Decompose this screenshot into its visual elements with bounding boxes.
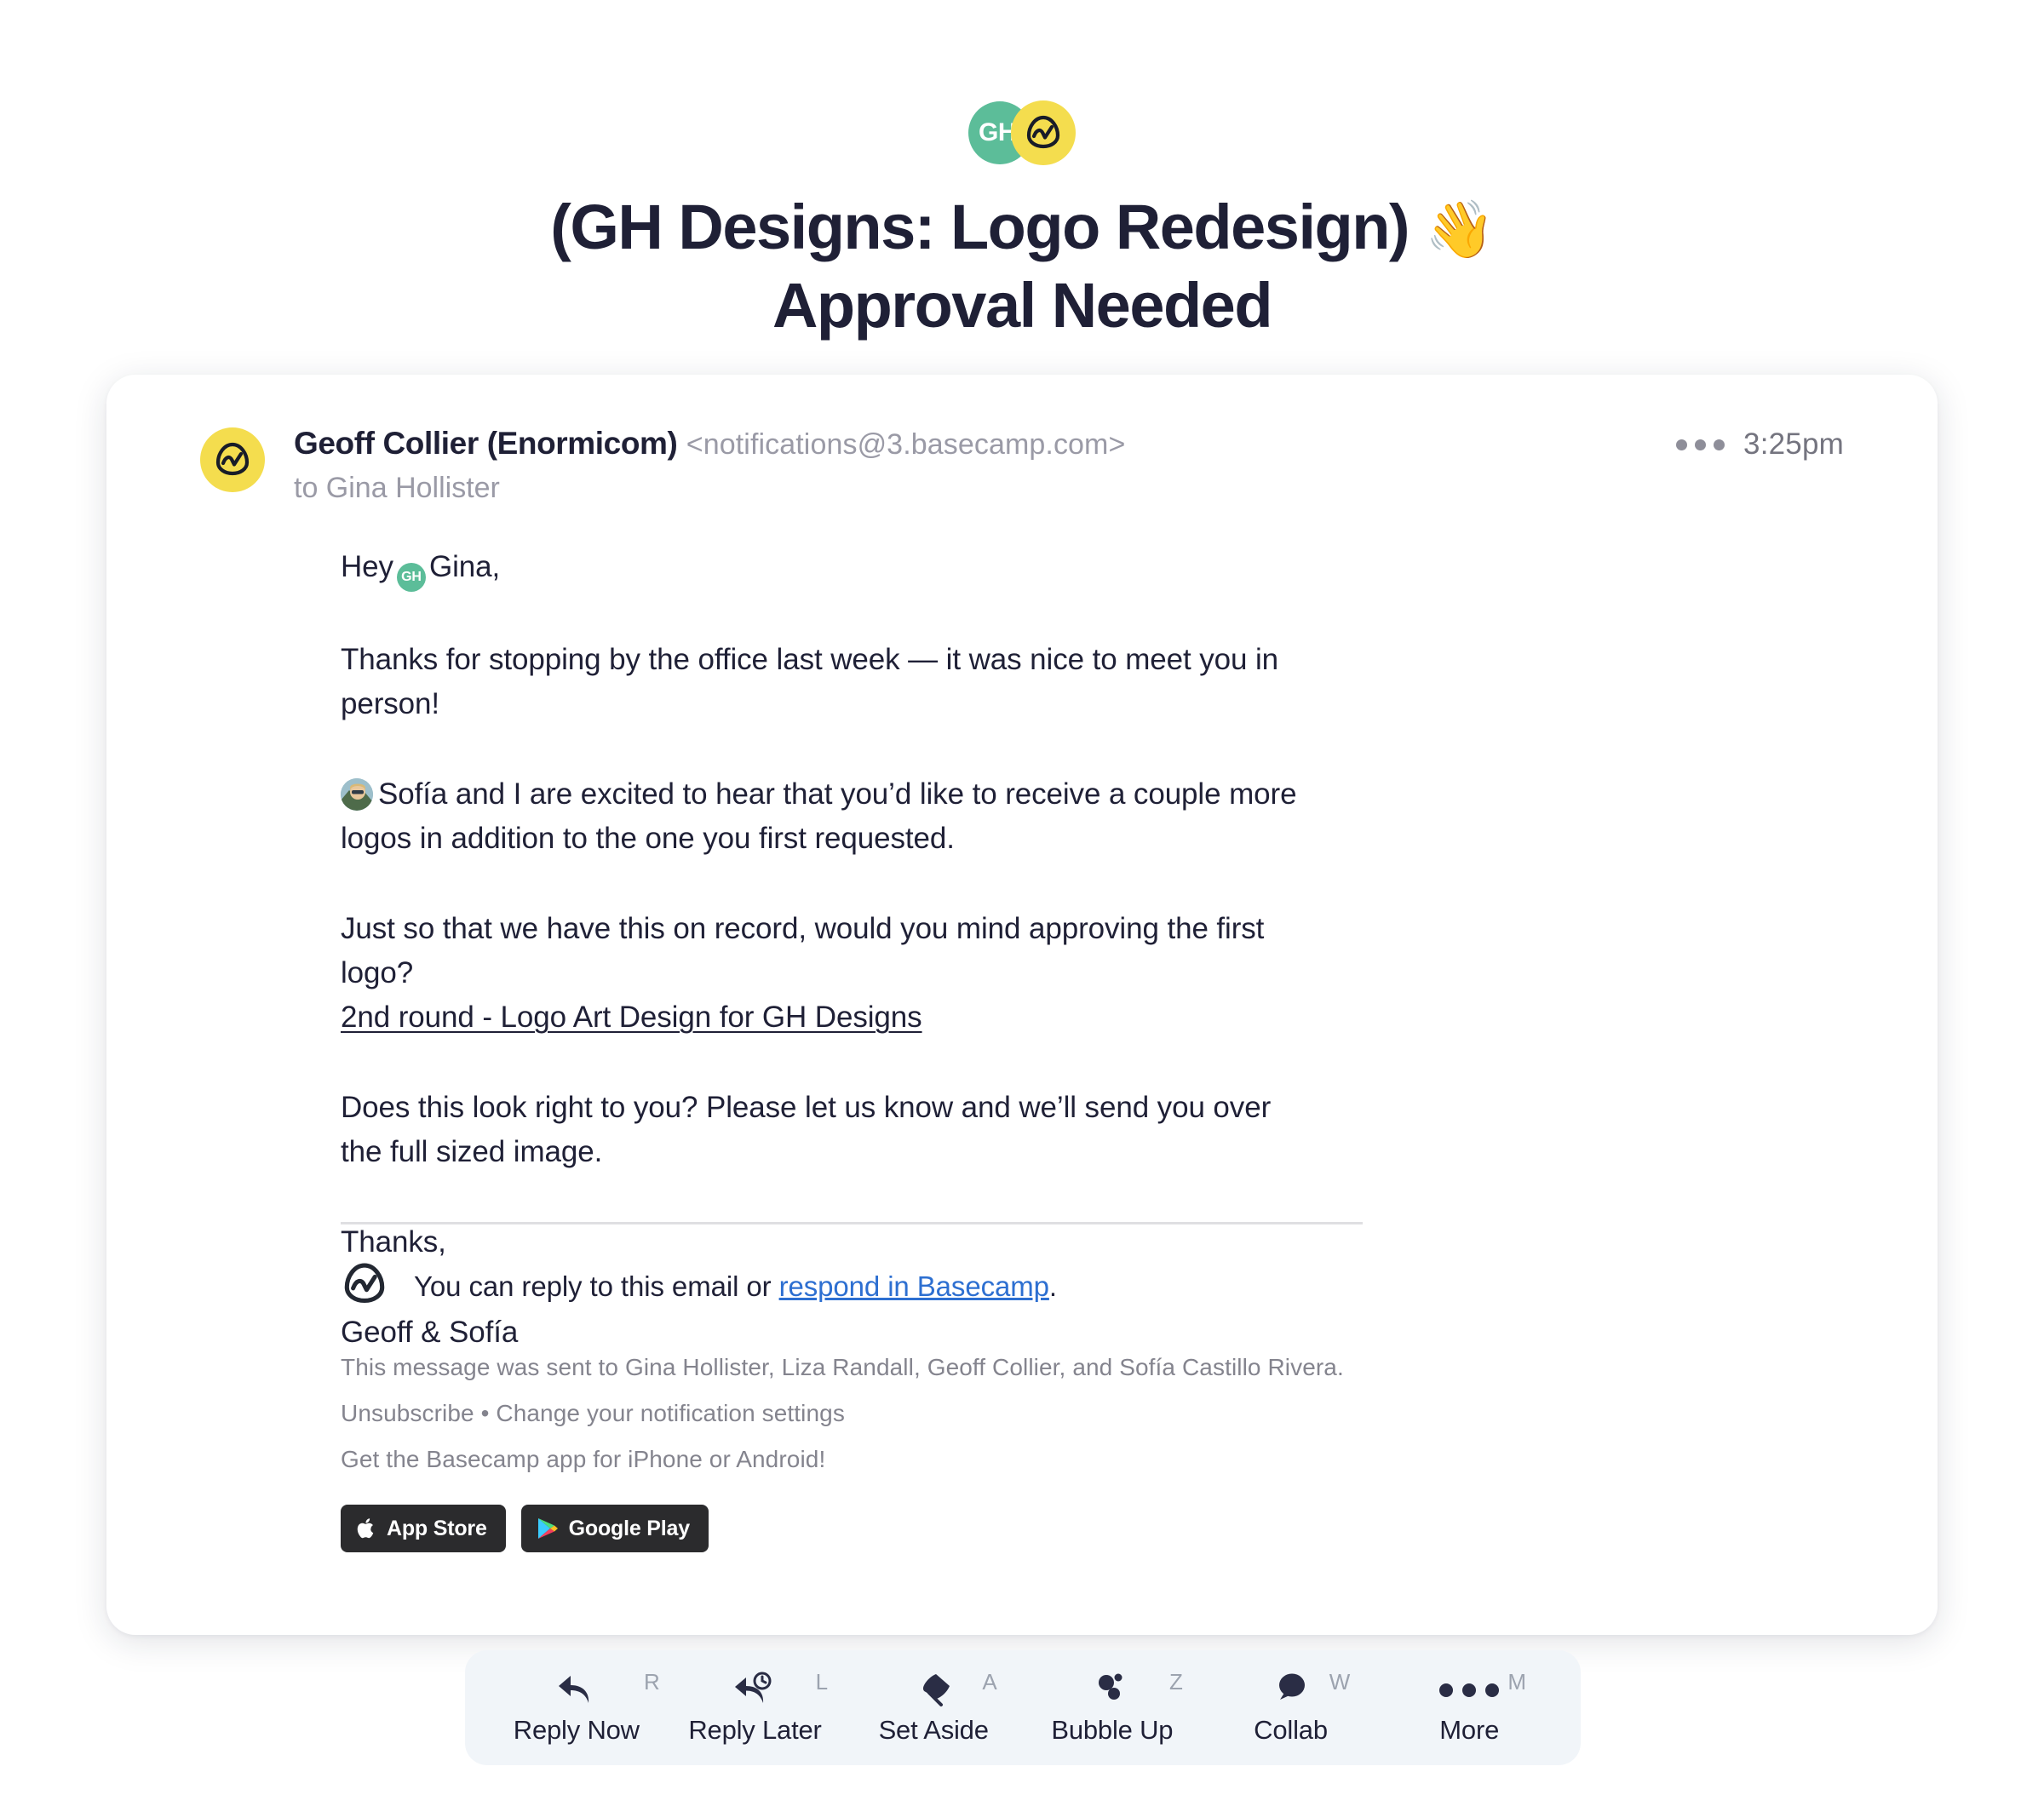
body-paragraph-2-text: Sofía and I are excited to hear that you… (341, 777, 1297, 855)
google-play-icon (537, 1518, 558, 1539)
toolbar-label-reply-now: Reply Now (513, 1714, 640, 1745)
apple-icon (357, 1518, 374, 1539)
sender-avatar (200, 427, 265, 492)
shortcut-key-set-aside: A (982, 1669, 997, 1695)
toolbar-item-more[interactable]: M More (1380, 1650, 1559, 1765)
email-viewer-page: GH (GH Designs: Logo Redesign) 👋 Approva… (0, 0, 2044, 1795)
inline-gh-badge-icon: GH (396, 563, 426, 592)
sender-email: <notifications@3.basecamp.com> (686, 428, 1126, 461)
toolbar-label-more: More (1439, 1714, 1500, 1745)
toolbar-label-collab: Collab (1254, 1714, 1328, 1745)
message-meta: 3:25pm (1676, 427, 1844, 462)
speech-bubble-icon (1271, 1671, 1312, 1710)
sender-line: Geoff Collier (Enormicom) <notifications… (294, 424, 1125, 464)
recipient-line: to Gina Hollister (294, 472, 500, 504)
body-paragraph-2: Sofía and I are excited to hear that you… (341, 772, 1320, 861)
page-title: (GH Designs: Logo Redesign) 👋 Approval N… (0, 189, 2044, 344)
waving-hand-icon: 👋 (1425, 198, 1495, 261)
footer-reply-prefix: You can reply to this email or (414, 1270, 779, 1302)
footer-reply-suffix: . (1048, 1270, 1057, 1302)
greeting-paragraph: Hey GH Gina, (341, 545, 1320, 592)
footer-divider (341, 1222, 1363, 1224)
basecamp-footer-logo-icon (341, 1260, 388, 1312)
message-body: Hey GH Gina, Thanks for stopping by the of… (341, 545, 1320, 1355)
reply-arrow-svg (558, 1675, 589, 1703)
message-timestamp: 3:25pm (1743, 427, 1844, 461)
greeting-after: Gina, (428, 550, 501, 583)
toolbar-item-reply-later[interactable]: L Reply Later (666, 1650, 845, 1765)
action-toolbar: R Reply Now L Reply Later A Set Aside Z … (465, 1650, 1581, 1765)
bubbles-svg (1098, 1673, 1122, 1700)
shortcut-key-reply-later: L (815, 1669, 829, 1695)
shortcut-key-bubble-up: Z (1169, 1669, 1183, 1695)
reply-clock-svg (734, 1672, 771, 1703)
toolbar-label-bubble-up: Bubble Up (1051, 1714, 1174, 1745)
footer-unsubscribe[interactable]: Unsubscribe • Change your notification s… (341, 1391, 1448, 1437)
sofia-avatar-icon (341, 778, 373, 811)
footer-app-line: Get the Basecamp app for iPhone or Andro… (341, 1446, 826, 1472)
toolbar-item-set-aside[interactable]: A Set Aside (844, 1650, 1023, 1765)
shortcut-key-reply-now: R (644, 1669, 660, 1695)
app-store-badge[interactable]: App Store (341, 1505, 506, 1552)
email-card: Geoff Collier (Enormicom) <notifications… (106, 375, 1938, 1635)
greeting-before: Hey (341, 550, 393, 583)
brand-logo-group: GH (0, 99, 2044, 167)
body-paragraph-3: Just so that we have this on record, wou… (341, 912, 1265, 989)
toolbar-label-set-aside: Set Aside (878, 1714, 989, 1745)
email-footer: You can reply to this email or respond i… (341, 1260, 1448, 1552)
bubbles-icon (1092, 1671, 1133, 1710)
sofia-avatar-svg (341, 778, 373, 811)
sender-name: Geoff Collier (Enormicom) (294, 426, 678, 461)
google-play-badge-label: Google Play (568, 1516, 690, 1540)
ellipsis-icon[interactable] (1676, 439, 1725, 450)
respond-in-basecamp-link[interactable]: respond in Basecamp (779, 1270, 1049, 1302)
ellipsis-icon (1439, 1671, 1500, 1710)
footer-reply-row: You can reply to this email or respond i… (341, 1260, 1448, 1312)
ellipsis-dots (1439, 1683, 1500, 1697)
shortcut-key-more: M (1507, 1669, 1527, 1695)
reply-clock-icon (731, 1671, 780, 1710)
toolbar-item-reply-now[interactable]: R Reply Now (487, 1650, 666, 1765)
speech-bubble-svg (1278, 1673, 1305, 1700)
pin-icon (913, 1671, 954, 1710)
sign-off: Thanks, (341, 1225, 446, 1259)
reply-arrow-icon (554, 1671, 600, 1710)
body-paragraph-3-link-wrap: 2nd round - Logo Art Design for GH Desig… (341, 995, 1320, 1040)
app-store-badge-label: App Store (387, 1516, 487, 1540)
app-store-badges: App Store Google Play (341, 1505, 1448, 1552)
basecamp-footer-mark-svg (344, 1263, 385, 1304)
sender-info: Geoff Collier (Enormicom) <notifications… (294, 424, 1125, 508)
page-title-line2: Approval Needed (772, 270, 1273, 341)
logo-document-link[interactable]: 2nd round - Logo Art Design for GH Desig… (341, 1001, 922, 1034)
footer-sent-to: This message was sent to Gina Hollister,… (341, 1354, 1344, 1380)
toolbar-label-reply-later: Reply Later (688, 1714, 822, 1745)
page-title-line1: (GH Designs: Logo Redesign) (550, 192, 1410, 262)
body-paragraph-4: Does this look right to you? Please let … (341, 1091, 1272, 1168)
message-header: Geoff Collier (Enormicom) <notifications… (200, 424, 1844, 508)
basecamp-logo-icon (1011, 100, 1076, 165)
basecamp-mark-svg (1026, 115, 1060, 149)
footer-reply-text: You can reply to this email or respond i… (414, 1270, 1057, 1303)
basecamp-avatar-mark-svg (215, 442, 250, 476)
shortcut-key-collab: W (1329, 1669, 1351, 1695)
toolbar-item-bubble-up[interactable]: Z Bubble Up (1023, 1650, 1202, 1765)
body-paragraph-1: Thanks for stopping by the office last w… (341, 643, 1279, 720)
toolbar-item-collab[interactable]: W Collab (1202, 1650, 1381, 1765)
pin-svg (923, 1673, 950, 1706)
google-play-badge[interactable]: Google Play (520, 1505, 709, 1552)
